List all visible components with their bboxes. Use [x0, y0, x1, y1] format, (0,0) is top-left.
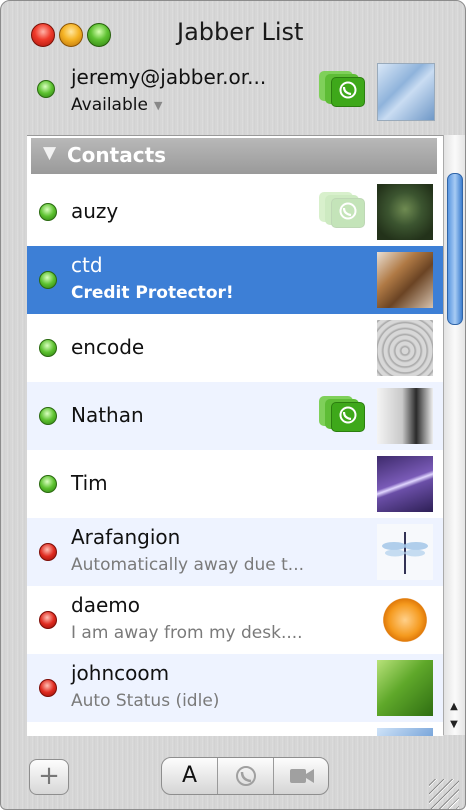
contact-name: Arafangion — [71, 525, 181, 549]
contact-row[interactable]: daemo I am away from my desk.... — [27, 586, 443, 654]
close-button[interactable] — [31, 23, 55, 47]
contact-name: Tim — [71, 471, 108, 495]
chevron-down-icon: ▼ — [153, 98, 163, 112]
video-camera-icon — [289, 769, 314, 783]
phone-icon[interactable] — [319, 396, 367, 432]
account-name: jeremy@jabber.or... — [71, 65, 267, 89]
contact-name: daemo — [71, 593, 140, 617]
text-chat-icon: A — [181, 763, 198, 788]
text-chat-button[interactable]: A — [162, 758, 218, 794]
scroll-down-arrow-icon[interactable]: ▼ — [445, 717, 463, 733]
contact-avatar — [377, 524, 433, 580]
contact-row[interactable]: auzy — [27, 178, 443, 246]
contact-row[interactable]: ctd Credit Protector! — [27, 246, 443, 314]
group-label: Contacts — [67, 143, 167, 167]
minimize-button[interactable] — [59, 23, 83, 47]
available-status-icon — [39, 203, 57, 221]
contact-avatar — [377, 252, 433, 308]
contact-name: auzy — [71, 199, 119, 223]
available-status-icon — [39, 271, 57, 289]
disclosure-triangle-icon[interactable]: ▼ — [43, 143, 56, 163]
available-status-icon — [39, 339, 57, 357]
jabber-list-window: Jabber List jeremy@jabber.or... Availabl… — [0, 0, 466, 810]
add-contact-button[interactable]: + — [29, 759, 69, 795]
phone-icon[interactable] — [319, 71, 367, 107]
status-menu[interactable]: Available ▼ — [71, 95, 162, 115]
account-header: jeremy@jabber.or... Available ▼ — [1, 59, 465, 131]
contact-avatar — [377, 184, 433, 240]
title-bar[interactable]: Jabber List — [1, 1, 465, 59]
plus-icon: + — [38, 761, 60, 791]
contact-row[interactable]: Arafangion Automatically away due t... — [27, 518, 443, 586]
resize-grip-icon[interactable] — [429, 779, 459, 809]
contact-row[interactable]: johncoom Auto Status (idle) — [27, 654, 443, 722]
away-status-icon — [39, 543, 57, 561]
scroll-up-arrow-icon[interactable]: ▲ — [445, 699, 463, 715]
contact-row[interactable]: encode — [27, 314, 443, 382]
phone-icon — [235, 766, 256, 786]
scrollbar-thumb[interactable] — [447, 173, 463, 325]
action-segmented-control: A — [161, 757, 329, 795]
zoom-button[interactable] — [87, 23, 111, 47]
contact-name: encode — [71, 335, 145, 359]
bottom-toolbar: + A — [1, 739, 465, 809]
account-avatar[interactable] — [377, 63, 435, 121]
contact-avatar — [377, 592, 433, 648]
contact-avatar — [377, 660, 433, 716]
contact-avatar — [377, 388, 433, 444]
contact-status-text: Credit Protector! — [71, 283, 234, 303]
contact-status-text: Auto Status (idle) — [71, 691, 220, 711]
window-title: Jabber List — [177, 18, 304, 46]
contact-row[interactable]: Nathan — [27, 382, 443, 450]
group-header-contacts[interactable]: ▼ Contacts — [31, 138, 437, 174]
status-label: Available — [71, 95, 148, 115]
away-status-icon — [39, 679, 57, 697]
video-call-button[interactable] — [274, 758, 328, 794]
contact-row[interactable]: Tim — [27, 450, 443, 518]
status-dot-icon — [37, 80, 55, 98]
contact-avatar — [377, 320, 433, 376]
away-status-icon — [39, 611, 57, 629]
contact-avatar — [377, 456, 433, 512]
phone-icon[interactable] — [319, 192, 367, 228]
available-status-icon — [39, 407, 57, 425]
contact-name: Nathan — [71, 403, 144, 427]
contact-list[interactable]: ▼ Contacts auzy ctd Credit Protector! en… — [27, 135, 443, 736]
contact-avatar — [377, 728, 433, 736]
contact-status-text: Automatically away due t... — [71, 555, 305, 575]
voice-call-button[interactable] — [218, 758, 274, 794]
available-status-icon — [39, 475, 57, 493]
contact-status-text: I am away from my desk.... — [71, 623, 303, 643]
contact-name: ctd — [71, 253, 103, 277]
contact-name: johncoom — [71, 661, 170, 685]
contact-row[interactable] — [27, 722, 443, 736]
